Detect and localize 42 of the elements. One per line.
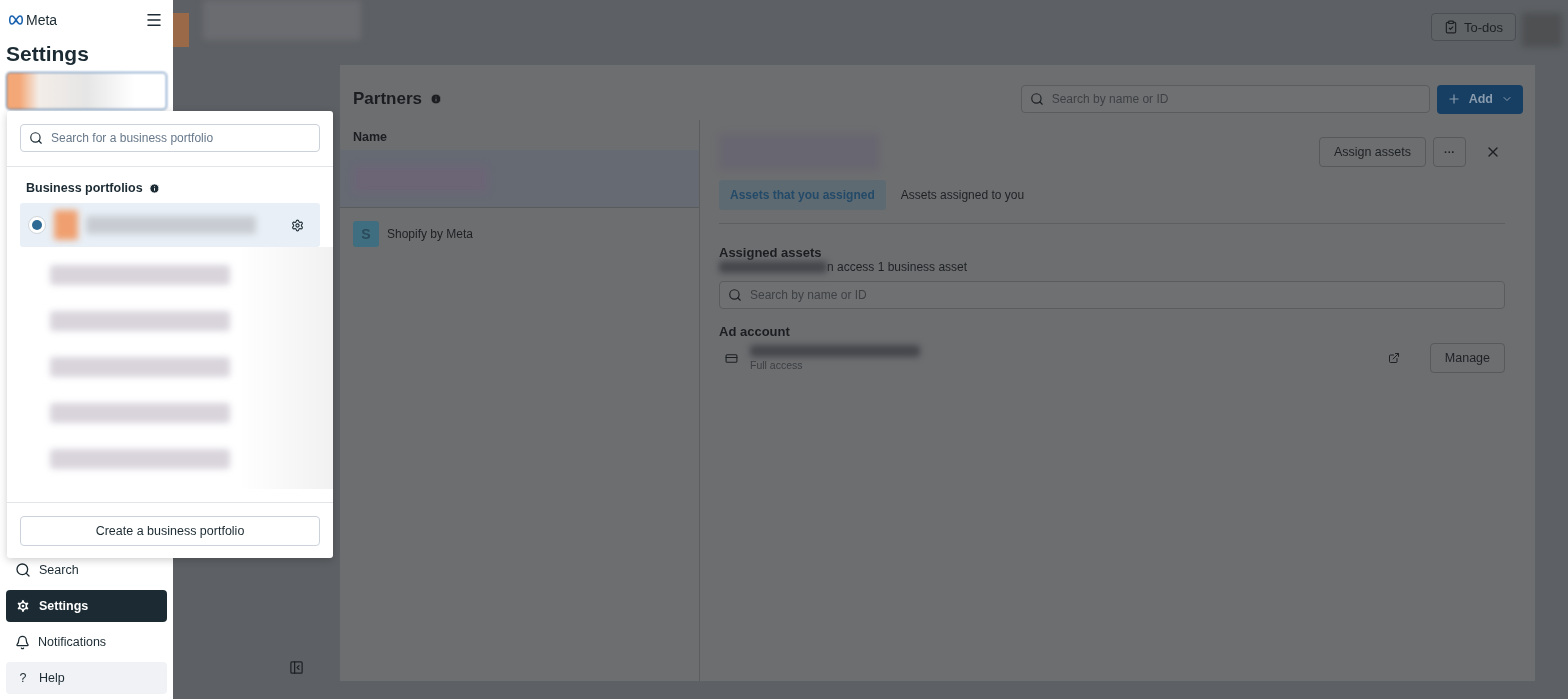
tab[interactable]: Assets assigned to you xyxy=(889,180,1036,210)
clipboard-icon xyxy=(1443,20,1458,34)
plus-icon xyxy=(1446,92,1461,106)
card-icon xyxy=(725,351,738,365)
assets-summary: n access 1 business asset xyxy=(827,260,968,274)
add-button[interactable]: Add xyxy=(1436,84,1523,114)
info-icon xyxy=(148,182,160,194)
search-icon xyxy=(15,562,31,578)
infinity-logo-icon xyxy=(8,15,24,25)
external-link-icon[interactable] xyxy=(1387,352,1400,364)
panel-collapse-icon[interactable] xyxy=(289,660,304,675)
search-icon xyxy=(1029,92,1044,106)
menu-heading: Business portfolios xyxy=(26,181,143,195)
section-heading: Assigned assets xyxy=(719,245,823,260)
search-icon xyxy=(728,288,742,302)
section-title: Partners xyxy=(353,89,422,109)
todos-button[interactable]: To-dos xyxy=(1430,13,1516,41)
avatar-placeholder xyxy=(54,210,78,240)
nav-item[interactable]: ? Help xyxy=(6,662,167,694)
settings-icon xyxy=(15,598,31,614)
logo-text: Meta xyxy=(26,12,58,28)
bell-icon xyxy=(15,634,30,650)
more-button[interactable]: ··· xyxy=(1433,137,1466,167)
radio-button[interactable] xyxy=(28,216,46,234)
partner-name: Shopify by Meta xyxy=(387,227,474,241)
tab[interactable]: Assets that you assigned xyxy=(719,180,886,210)
page-title: Settings xyxy=(6,42,90,66)
assign-assets-button[interactable]: Assign assets xyxy=(1318,137,1426,167)
group-heading: Ad account xyxy=(719,324,791,339)
info-icon xyxy=(430,93,442,105)
portfolio-selector[interactable] xyxy=(6,72,167,110)
settings-icon[interactable] xyxy=(291,218,304,232)
manage-button[interactable]: Manage xyxy=(1429,343,1505,373)
menu-icon[interactable] xyxy=(145,11,163,29)
nav-item[interactable]: Search xyxy=(6,554,167,586)
create-portfolio-button[interactable]: Create a business portfolio xyxy=(20,516,320,546)
question-mark-icon: ? xyxy=(15,671,31,685)
nav-item[interactable]: Notifications xyxy=(6,626,167,658)
nav-item[interactable]: Settings xyxy=(6,590,167,622)
column-header: Name xyxy=(352,128,389,146)
avatar-placeholder xyxy=(173,13,189,47)
search-icon xyxy=(29,131,43,145)
